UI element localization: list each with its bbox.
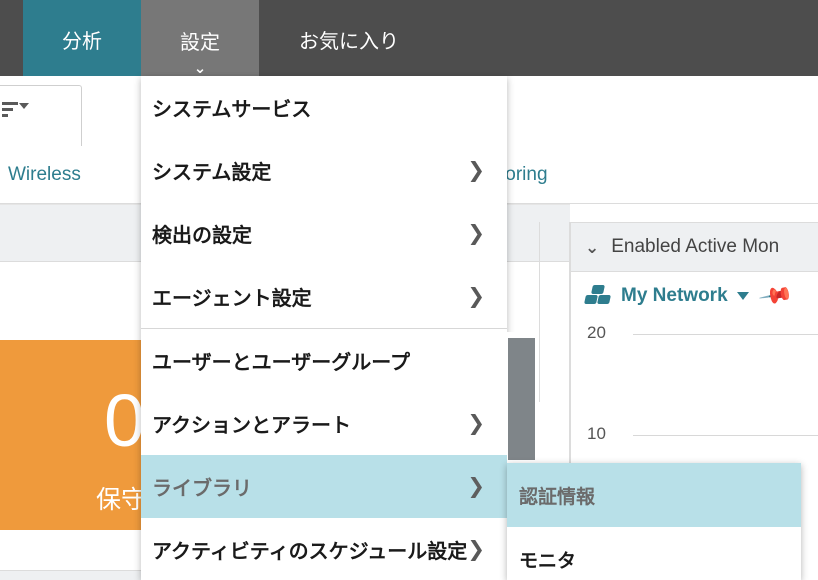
chart-gridline-10 (633, 435, 818, 436)
bottom-grey-band (0, 571, 145, 580)
menu-item-label: 検出の設定 (152, 219, 467, 248)
chevron-right-icon: ❯ (467, 286, 485, 307)
settings-dropdown-menu: システムサービスシステム設定❯検出の設定❯エージェント設定❯ユーザーとユーザーグ… (141, 76, 507, 580)
menu-item[interactable]: ライブラリ❯ (141, 455, 507, 518)
menu-item[interactable]: 検出の設定❯ (141, 202, 507, 265)
nav-item-analytics-label: 分析 (62, 25, 102, 54)
vertical-divider (539, 222, 540, 402)
network-label[interactable]: My Network (621, 285, 728, 307)
top-navigation-bar: 分析 設定 ⌄ お気に入り (0, 0, 818, 76)
submenu-item-label: モニタ (519, 546, 787, 573)
subtab-wireless[interactable]: Wireless (8, 164, 81, 186)
panel-header[interactable]: ⌄ Enabled Active Mon (571, 223, 818, 272)
kpi-caption: 保守 (96, 480, 145, 516)
panel-network-selector: My Network 📌 (571, 271, 818, 321)
below-tile-row (0, 530, 145, 571)
menu-item[interactable]: アクティビティのスケジュール設定❯ (141, 518, 507, 580)
nav-item-favorites-label: お気に入り (299, 25, 399, 54)
filter-list-icon[interactable] (2, 102, 28, 120)
app-root: Wireless toring 0 保守 ⌄ Enabled Active Mo… (0, 0, 818, 580)
chart-ytick-20: 20 (587, 323, 606, 343)
chevron-right-icon: ❯ (467, 413, 485, 434)
chevron-right-icon: ❯ (467, 160, 485, 181)
kpi-tile-maintenance[interactable]: 0 保守 (0, 340, 145, 530)
menu-item[interactable]: エージェント設定❯ (141, 265, 507, 328)
submenu-item[interactable]: モニタ (507, 527, 801, 580)
nav-item-analytics[interactable]: 分析 (23, 0, 141, 76)
menu-item-label: ライブラリ (152, 472, 467, 501)
menu-item-label: アクティビティのスケジュール設定 (152, 535, 467, 564)
subtab-monitoring[interactable]: toring (500, 164, 548, 186)
nav-item-settings[interactable]: 設定 ⌄ (141, 0, 259, 76)
menu-item-label: システムサービス (152, 93, 493, 122)
nav-item-favorites[interactable]: お気に入り (259, 0, 439, 76)
chevron-right-icon: ❯ (467, 223, 485, 244)
menu-item[interactable]: ユーザーとユーザーグループ (141, 329, 507, 392)
menu-item-label: システム設定 (152, 156, 467, 185)
chart-gridline-20 (633, 334, 818, 335)
chevron-right-icon: ❯ (467, 476, 485, 497)
chevron-down-icon-network[interactable] (737, 292, 749, 300)
menu-item[interactable]: アクションとアラート❯ (141, 392, 507, 455)
menu-item-label: アクションとアラート (152, 409, 467, 438)
pin-icon[interactable]: 📌 (758, 279, 793, 313)
menu-scrollbar-thumb[interactable] (508, 338, 535, 460)
menu-item-label: ユーザーとユーザーグループ (152, 346, 493, 375)
nav-item-settings-label: 設定 (180, 26, 220, 55)
chart-ytick-10: 10 (587, 424, 606, 444)
library-submenu: 認証情報モニタ (507, 463, 801, 580)
kpi-value: 0 (104, 384, 145, 458)
panel-title: Enabled Active Mon (611, 236, 779, 258)
menu-item-label: エージェント設定 (152, 282, 467, 311)
menu-item[interactable]: システム設定❯ (141, 139, 507, 202)
menu-item[interactable]: システムサービス (141, 76, 507, 139)
chevron-down-icon-settings: ⌄ (194, 61, 207, 76)
chevron-down-icon[interactable]: ⌄ (585, 239, 599, 256)
chevron-right-icon: ❯ (467, 539, 485, 560)
submenu-item[interactable]: 認証情報 (507, 463, 801, 527)
submenu-item-label: 認証情報 (519, 482, 787, 509)
network-stack-icon (585, 285, 611, 307)
